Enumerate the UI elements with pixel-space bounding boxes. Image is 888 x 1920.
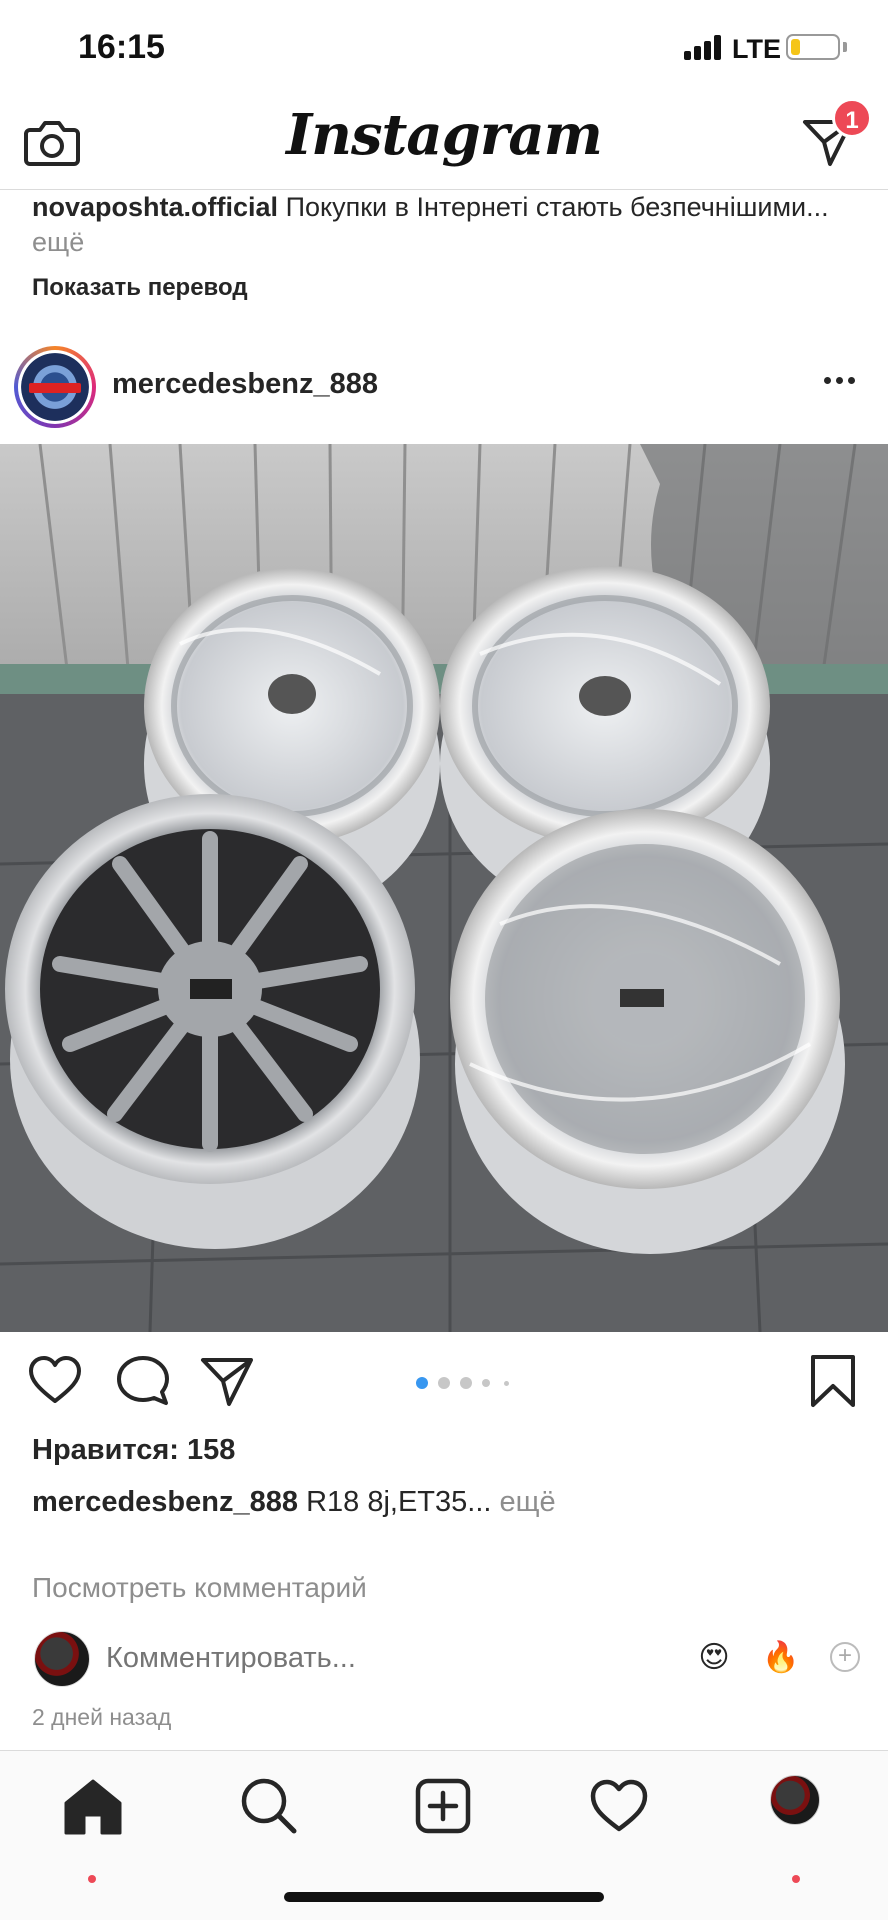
home-icon [64,1779,122,1835]
tab-search[interactable] [234,1771,304,1841]
post-caption: mercedesbenz_888 R18 8j,ET35... ещё [32,1482,852,1522]
paper-plane-icon [201,1358,253,1406]
fire-emoji-button[interactable]: 🔥 [762,1640,799,1676]
network-type: LTE [732,34,781,64]
status-bar: 16:15 LTE [0,0,888,96]
home-notification-dot [88,1875,96,1883]
carousel-dot [460,1377,472,1389]
post-username[interactable]: mercedesbenz_888 [112,368,378,401]
carousel-indicator [416,1376,516,1390]
view-comments-link[interactable]: Посмотреть комментарий [32,1572,367,1604]
heart-icon [590,1779,648,1832]
caption-text: R18 8j,ET35... [306,1486,492,1518]
caption-username[interactable]: novaposhta.official [32,192,278,222]
avatar [21,353,89,421]
tab-new-post[interactable] [408,1771,478,1841]
carousel-dot [482,1379,490,1387]
caption-username[interactable]: mercedesbenz_888 [32,1486,298,1518]
carousel-dot [504,1381,509,1386]
carousel-dot [416,1377,428,1389]
avatar [34,1631,90,1687]
app-logo: Instagram [286,102,603,168]
status-time: 16:15 [78,28,165,66]
carousel-dot [438,1377,450,1389]
tab-profile-avatar[interactable] [770,1775,820,1825]
profile-notification-dot [792,1875,800,1883]
comment-input[interactable] [106,1642,586,1675]
heart-eyes-emoji-button[interactable]: 😍 [696,1640,732,1676]
post-header: mercedesbenz_888 [0,340,888,444]
add-emoji-icon[interactable]: + [830,1642,860,1672]
story-avatar[interactable] [14,346,96,428]
notification-badge: 1 [832,98,872,138]
likes-count[interactable]: Нравится: 158 [32,1434,235,1467]
add-comment-row: 😍 🔥 + [0,1628,888,1692]
post-timestamp: 2 дней назад [32,1704,172,1730]
share-button[interactable] [200,1354,254,1408]
caption-more-link[interactable]: ещё [500,1486,556,1518]
add-post-icon [415,1778,471,1834]
post-image[interactable] [0,444,888,1332]
comment-icon [117,1356,169,1405]
like-button[interactable] [28,1354,82,1408]
heart-icon [29,1356,81,1403]
show-translation-link[interactable]: Показать перевод [32,274,248,302]
bookmark-icon [811,1355,855,1407]
comment-button[interactable] [116,1354,170,1408]
caption-more-link[interactable]: ещё [32,227,84,257]
more-options-icon[interactable] [820,370,860,390]
battery-tip [843,42,847,52]
cellular-signal-icon [684,34,726,60]
tab-home[interactable] [58,1771,128,1841]
battery-icon [786,34,840,60]
save-button[interactable] [806,1354,860,1408]
search-icon [241,1778,297,1834]
tab-activity[interactable] [584,1771,654,1841]
post-actions [0,1332,888,1428]
previous-post-caption: novaposhta.official Покупки в Інтернеті … [32,190,852,260]
caption-text: Покупки в Інтернеті стають безпечнішими.… [285,192,829,222]
top-navigation: Instagram [0,96,888,190]
home-indicator [284,1892,604,1902]
